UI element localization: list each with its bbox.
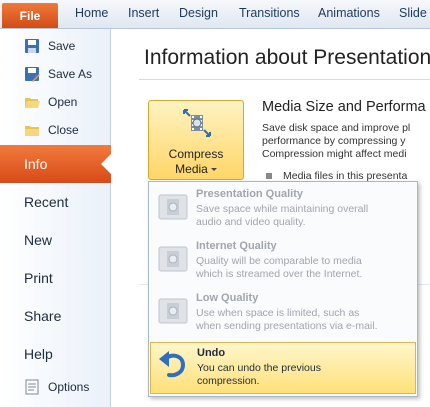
save-command[interactable]: Save [24, 35, 75, 57]
open-folder-icon [24, 94, 40, 110]
chevron-down-icon [210, 168, 217, 172]
section-description: Save disk space and improve pl performan… [262, 122, 430, 161]
nav-item-help[interactable]: Help [24, 346, 53, 362]
nav-item-info[interactable]: Info [0, 145, 111, 183]
nav-item-new[interactable]: New [24, 232, 52, 248]
save-as-icon [24, 66, 40, 82]
menu-desc-line: You can undo the previous [197, 362, 321, 374]
internet-quality-icon [157, 243, 189, 275]
open-label: Open [48, 95, 78, 109]
menu-item-low-quality[interactable]: Low Quality Use when space is limited, s… [151, 289, 415, 339]
menu-desc-line: Quality will be comparable to media [196, 255, 362, 267]
section-desc-line: Save disk space and improve pl [262, 122, 411, 134]
media-label: Media [175, 162, 208, 176]
menu-item-internet-quality[interactable]: Internet Quality Quality will be compara… [151, 237, 415, 287]
presentation-quality-icon [157, 191, 189, 223]
compress-label: Compress [168, 147, 224, 161]
options-command[interactable]: Options [24, 376, 89, 398]
section-desc-line: Compression might affect medi [262, 148, 407, 160]
nav-item-recent[interactable]: Recent [24, 194, 68, 210]
save-label: Save [48, 39, 76, 53]
close-command[interactable]: Close [24, 119, 79, 141]
menu-item-title: Undo [197, 347, 226, 359]
compress-media-icon [183, 109, 211, 137]
close-label: Close [48, 123, 79, 137]
save-as-command[interactable]: Save As [24, 63, 92, 85]
options-label: Options [48, 380, 90, 394]
menu-item-description: Use when space is limited, such as when … [196, 307, 411, 333]
menu-desc-line: when sending presentations via e-mail. [196, 320, 378, 332]
options-icon [24, 379, 40, 395]
menu-item-undo[interactable]: Undo You can undo the previous compressi… [150, 342, 416, 394]
menu-item-title: Low Quality [196, 292, 259, 304]
media-label-row: Media [149, 162, 243, 176]
menu-item-description: Quality will be comparable to media whic… [196, 255, 411, 281]
tab-animations[interactable]: Animations [318, 6, 380, 20]
menu-desc-line: audio and video quality. [196, 216, 306, 228]
section-desc-line: performance by compressing y [262, 135, 406, 147]
low-quality-icon [157, 295, 189, 327]
file-tab[interactable]: File [2, 3, 58, 28]
section-heading: Media Size and Performa [262, 99, 426, 115]
page-title: Information about Presentation [144, 46, 430, 69]
nav-item-share[interactable]: Share [24, 308, 61, 324]
menu-desc-line: Save space while maintaining overall [196, 203, 369, 215]
menu-item-title: Internet Quality [196, 240, 277, 252]
tab-transitions[interactable]: Transitions [239, 6, 300, 20]
menu-desc-line: which is streamed over the Internet. [196, 268, 363, 280]
menu-item-presentation-quality[interactable]: Presentation Quality Save space while ma… [151, 185, 415, 235]
undo-arrow-icon [157, 349, 189, 381]
menu-desc-line: Use when space is limited, such as [196, 307, 360, 319]
title-divider [139, 79, 430, 80]
open-command[interactable]: Open [24, 91, 77, 113]
save-icon [24, 38, 40, 54]
tab-slide-show[interactable]: Slide [399, 6, 427, 20]
backstage-nav: Save Save As Open Close Info Recent New … [0, 29, 111, 407]
compress-media-button[interactable]: Compress Media [148, 100, 244, 180]
menu-item-title: Presentation Quality [196, 188, 303, 200]
bullet-icon [266, 173, 272, 180]
tab-design[interactable]: Design [179, 6, 218, 20]
compress-media-menu: Presentation Quality Save space while ma… [148, 181, 418, 397]
menu-item-description: You can undo the previous compression. [197, 362, 412, 388]
tab-insert[interactable]: Insert [128, 6, 159, 20]
tab-home[interactable]: Home [75, 6, 108, 20]
ribbon-tab-bar: File Home Insert Design Transitions Anim… [0, 0, 430, 29]
save-as-label: Save As [48, 67, 93, 81]
menu-item-description: Save space while maintaining overall aud… [196, 203, 411, 229]
close-folder-icon [24, 122, 40, 138]
menu-desc-line: compression. [197, 375, 260, 387]
nav-item-print[interactable]: Print [24, 270, 53, 286]
nav-info-label: Info [24, 156, 48, 172]
